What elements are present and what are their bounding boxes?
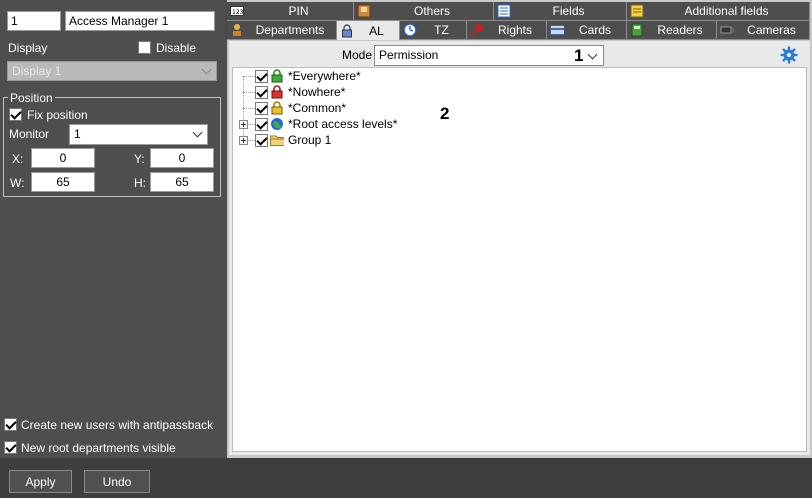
h-field[interactable] (150, 172, 214, 192)
apply-button[interactable]: Apply (9, 470, 72, 493)
svg-text:123: 123 (232, 9, 244, 16)
tree-item-label: *Common* (288, 101, 347, 115)
tab-readers[interactable]: Readers (627, 21, 717, 40)
x-field[interactable] (31, 148, 95, 168)
chevron-down-icon (587, 49, 598, 60)
globe-icon (270, 117, 284, 131)
red-lock-icon (270, 85, 284, 99)
tree-item-label: *Nowhere* (288, 85, 346, 99)
mode-select[interactable]: Permission (374, 45, 604, 66)
monitor-label: Monitor (9, 127, 50, 141)
tree-item-checkbox[interactable] (255, 101, 268, 115)
tab-pin[interactable]: 123 PIN (227, 2, 354, 21)
lock-icon (340, 23, 354, 38)
tab-row-2: Departments AL TZ Rights Cards Readers C… (227, 21, 810, 40)
pin-icon: 123 (230, 4, 244, 18)
tab-row-1: 123 PIN Others Fields Additional fields (227, 2, 810, 21)
tab-rights[interactable]: Rights (467, 21, 547, 40)
tab-al[interactable]: AL (337, 21, 400, 40)
antipassback-checkbox[interactable] (4, 418, 17, 431)
card-icon (550, 23, 564, 37)
y-field[interactable] (150, 148, 214, 168)
chevron-down-icon (192, 127, 203, 138)
tree-item-checkbox[interactable] (255, 133, 268, 147)
w-field[interactable] (31, 172, 95, 192)
mode-select-value: Permission (379, 48, 439, 62)
w-label: W: (10, 176, 25, 190)
tree-item-root-access-levels[interactable]: *Root access levels* (255, 116, 397, 132)
tree-item-label: *Everywhere* (288, 69, 361, 83)
x-label: X: (12, 152, 24, 166)
id-field[interactable] (7, 11, 61, 31)
disable-label: Disable (156, 41, 197, 55)
bottom-bar: Apply Undo (0, 458, 812, 498)
tree-item-checkbox[interactable] (255, 85, 268, 99)
green-lock-icon (270, 69, 284, 83)
fix-position-checkbox[interactable] (9, 108, 22, 121)
tree-item-group-1[interactable]: Group 1 (255, 132, 331, 148)
monitor-select[interactable]: 1 (69, 124, 208, 145)
tree-item-checkbox[interactable] (255, 117, 268, 131)
camera-icon (720, 23, 734, 37)
expand-group-1[interactable] (239, 136, 248, 145)
marker-1: 1 (574, 46, 584, 65)
tree-item-checkbox[interactable] (255, 69, 268, 83)
tree-item-common[interactable]: *Common* (255, 100, 346, 116)
folder-icon (270, 133, 284, 147)
fix-position-label: Fix position (27, 108, 88, 122)
tab-cards[interactable]: Cards (547, 21, 627, 40)
clock-icon (403, 23, 417, 37)
gear-icon[interactable] (780, 46, 798, 64)
monitor-select-value: 1 (74, 127, 81, 141)
tab-tz[interactable]: TZ (400, 21, 467, 40)
tab-others[interactable]: Others (354, 2, 494, 21)
chevron-down-icon (201, 64, 212, 75)
left-panel: Display Disable Display 1 Position Fix p… (0, 0, 226, 458)
display-select-value: Display 1 (12, 64, 62, 78)
display-select: Display 1 (7, 61, 217, 81)
h-label: H: (134, 176, 146, 190)
position-title: Position (8, 91, 55, 105)
tab-cameras[interactable]: Cameras (717, 21, 810, 40)
reader-icon (630, 23, 644, 37)
tree-item-nowhere[interactable]: *Nowhere* (255, 84, 345, 100)
tree-item-everywhere[interactable]: *Everywhere* (255, 68, 361, 84)
root-visible-checkbox[interactable] (4, 441, 17, 454)
display-label: Display (8, 41, 48, 55)
others-icon (357, 4, 371, 18)
marker-2: 2 (440, 104, 450, 123)
tab-additional-fields[interactable]: Additional fields (627, 2, 810, 21)
tree-item-label: Group 1 (288, 133, 332, 147)
yellow-lock-icon (270, 101, 284, 115)
undo-button[interactable]: Undo (84, 470, 150, 493)
root-visible-label: New root departments visible (21, 441, 176, 455)
additional-fields-icon (630, 4, 644, 18)
disable-checkbox[interactable] (138, 41, 151, 54)
tree-item-label: *Root access levels* (288, 117, 398, 131)
departments-icon (230, 23, 244, 37)
tab-departments[interactable]: Departments (227, 21, 337, 40)
fields-icon (497, 4, 511, 18)
rights-icon (470, 23, 484, 37)
name-field[interactable] (65, 11, 215, 31)
tab-fields[interactable]: Fields (494, 2, 627, 21)
expand-root-access-levels[interactable] (239, 120, 248, 129)
y-label: Y: (134, 152, 145, 166)
antipassback-label: Create new users with antipassback (21, 418, 214, 432)
access-levels-tree: *Everywhere* *Nowhere* *Common* *Root ac… (232, 67, 807, 452)
mode-label: Mode (342, 48, 373, 62)
